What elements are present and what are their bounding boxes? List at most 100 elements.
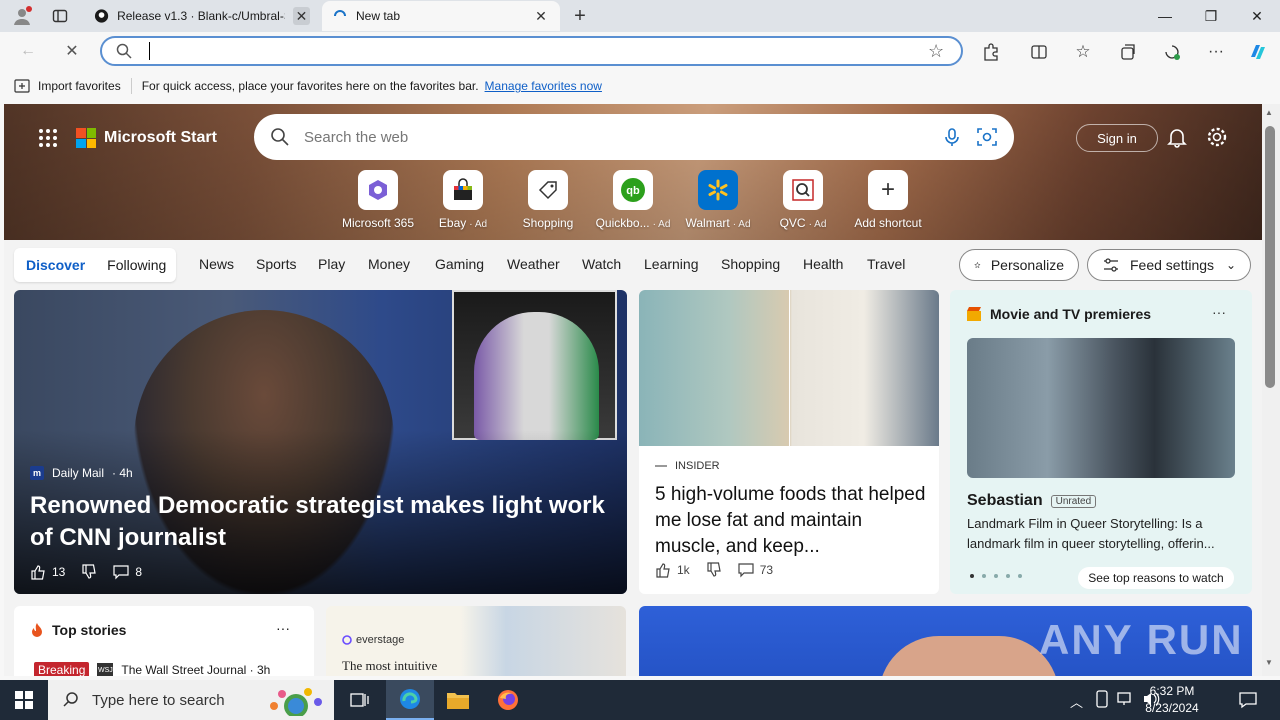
- minimize-icon[interactable]: —: [1142, 0, 1188, 32]
- video-card[interactable]: ANY RUN: [639, 606, 1252, 676]
- scroll-thumb[interactable]: [1265, 126, 1275, 388]
- movie-title[interactable]: Sebastian: [967, 492, 1043, 510]
- browser-essentials-icon[interactable]: [1161, 41, 1183, 63]
- personalize-button[interactable]: Personalize: [959, 249, 1079, 281]
- category-play[interactable]: Play: [318, 256, 345, 272]
- scroll-down-icon[interactable]: ▼: [1265, 658, 1273, 667]
- shortcut-ebay[interactable]: Ebay · Ad: [421, 170, 505, 230]
- brand-name: Microsoft Start: [104, 129, 217, 146]
- notifications-bell-icon[interactable]: [1166, 126, 1188, 151]
- close-tab-icon[interactable]: ✕: [293, 7, 310, 25]
- shortcut-qvc[interactable]: QVC · Ad: [761, 170, 845, 230]
- tab-following[interactable]: Following: [107, 257, 166, 273]
- task-view-icon[interactable]: [336, 680, 384, 720]
- app-launcher-icon[interactable]: [38, 128, 58, 151]
- top-stories-card[interactable]: Top stories ··· Breaking WSJ The Wall St…: [14, 606, 314, 676]
- insider-article-card[interactable]: INSIDER 5 high-volume foods that helped …: [639, 290, 939, 594]
- collections-icon[interactable]: [1117, 41, 1139, 63]
- everstage-ad-card[interactable]: everstage The most intuitive: [326, 606, 626, 676]
- category-gaming[interactable]: Gaming: [435, 256, 484, 272]
- thumbs-down-icon[interactable]: [81, 564, 97, 580]
- shortcut-add[interactable]: + Add shortcut: [846, 170, 930, 230]
- system-clock[interactable]: 6:32 PM 8/23/2024: [1132, 683, 1212, 717]
- manage-favorites-link[interactable]: Manage favorites now: [485, 79, 602, 93]
- see-top-reasons-button[interactable]: See top reasons to watch: [1078, 567, 1234, 589]
- microphone-icon[interactable]: [942, 127, 962, 147]
- page-scrollbar[interactable]: ▲ ▼: [1262, 104, 1280, 676]
- like-button[interactable]: 13: [30, 564, 65, 580]
- taskbar-search-box[interactable]: Type here to search: [48, 680, 334, 720]
- tab-discover[interactable]: Discover: [26, 257, 85, 273]
- category-health[interactable]: Health: [803, 256, 843, 272]
- category-sports[interactable]: Sports: [256, 256, 296, 272]
- address-bar[interactable]: ☆: [100, 36, 963, 66]
- shortcut-label: Microsoft 365: [341, 216, 415, 230]
- settings-gear-icon[interactable]: [1206, 126, 1228, 151]
- new-tab-icon[interactable]: +: [570, 5, 590, 27]
- address-input[interactable]: [146, 41, 906, 61]
- visual-search-icon[interactable]: [976, 126, 998, 148]
- sign-in-button[interactable]: Sign in: [1076, 124, 1158, 152]
- feed-navigation: Discover Following News Sports Play Mone…: [4, 240, 1262, 290]
- copilot-icon[interactable]: [1246, 40, 1270, 64]
- shortcut-label: QVC: [779, 216, 806, 230]
- firefox-icon[interactable]: [484, 680, 532, 720]
- card-title: Movie and TV premieres: [990, 306, 1152, 322]
- category-watch[interactable]: Watch: [582, 256, 621, 272]
- category-travel[interactable]: Travel: [867, 256, 905, 272]
- category-weather[interactable]: Weather: [507, 256, 560, 272]
- notification-center-icon[interactable]: [1238, 690, 1258, 713]
- tab-actions-icon[interactable]: [50, 6, 70, 26]
- like-button[interactable]: 1k: [655, 562, 690, 578]
- article-headline[interactable]: Renowned Democratic strategist makes lig…: [30, 490, 620, 554]
- tab-new-tab[interactable]: New tab ✕: [322, 1, 560, 31]
- category-money[interactable]: Money: [368, 256, 410, 272]
- shortcut-microsoft-365[interactable]: Microsoft 365: [336, 170, 420, 230]
- category-shopping[interactable]: Shopping: [721, 256, 780, 272]
- more-menu-icon[interactable]: ···: [1205, 41, 1227, 63]
- split-screen-icon[interactable]: [1028, 41, 1050, 63]
- start-button-icon[interactable]: [0, 680, 48, 720]
- story-row[interactable]: Breaking WSJ The Wall Street Journal · 3…: [34, 662, 270, 676]
- shortcut-shopping[interactable]: Shopping: [506, 170, 590, 230]
- category-learning[interactable]: Learning: [644, 256, 699, 272]
- more-options-icon[interactable]: ···: [276, 620, 290, 636]
- category-news[interactable]: News: [199, 256, 234, 272]
- comments-button[interactable]: 8: [113, 564, 142, 580]
- back-icon[interactable]: ←: [14, 39, 42, 63]
- ad-label: · Ad: [808, 219, 827, 230]
- import-favorites-button[interactable]: Import favorites: [14, 79, 121, 93]
- tab-release[interactable]: Release v1.3 · Blank-c/Umbral-St ✕: [84, 1, 320, 31]
- shortcut-walmart[interactable]: Walmart · Ad: [676, 170, 760, 230]
- extensions-icon[interactable]: [980, 41, 1002, 63]
- carousel-dots[interactable]: [970, 574, 1022, 578]
- breaking-badge: Breaking: [34, 662, 90, 676]
- web-search-box[interactable]: Search the web: [254, 114, 1014, 160]
- microsoft-start-logo[interactable]: Microsoft Start: [76, 128, 217, 148]
- close-window-icon[interactable]: ✕: [1234, 0, 1280, 32]
- close-tab-icon[interactable]: ✕: [532, 7, 550, 25]
- restore-icon[interactable]: ❐: [1188, 0, 1234, 32]
- thumbs-down-icon[interactable]: [706, 562, 722, 578]
- more-options-icon[interactable]: ···: [1212, 304, 1226, 320]
- favorite-star-icon[interactable]: ☆: [928, 41, 944, 62]
- microsoft-logo-icon: [76, 128, 96, 148]
- profile-icon[interactable]: [12, 6, 32, 26]
- movie-poster[interactable]: [967, 338, 1235, 478]
- svg-text:qb: qb: [626, 185, 640, 197]
- lead-article-card[interactable]: m Daily Mail · 4h Renowned Democratic st…: [14, 290, 627, 594]
- edge-taskbar-icon[interactable]: [386, 680, 434, 720]
- tray-overflow-icon[interactable]: ︿: [1070, 692, 1083, 711]
- search-placeholder: Search the web: [304, 128, 409, 146]
- feed-settings-button[interactable]: Feed settings ⌄: [1087, 249, 1251, 281]
- device-icon[interactable]: [1094, 690, 1110, 711]
- movie-premieres-card[interactable]: Movie and TV premieres ··· Sebastian Unr…: [950, 290, 1252, 594]
- comments-button[interactable]: 73: [738, 562, 773, 578]
- stop-loading-icon[interactable]: ✕: [58, 39, 86, 63]
- article-headline[interactable]: 5 high-volume foods that helped me lose …: [655, 482, 927, 560]
- insider-logo-icon: [655, 465, 667, 467]
- shortcut-quickbooks[interactable]: qb Quickbo... · Ad: [591, 170, 675, 230]
- favorites-icon[interactable]: ☆: [1072, 41, 1094, 63]
- scroll-up-icon[interactable]: ▲: [1265, 108, 1273, 117]
- file-explorer-icon[interactable]: [434, 680, 482, 720]
